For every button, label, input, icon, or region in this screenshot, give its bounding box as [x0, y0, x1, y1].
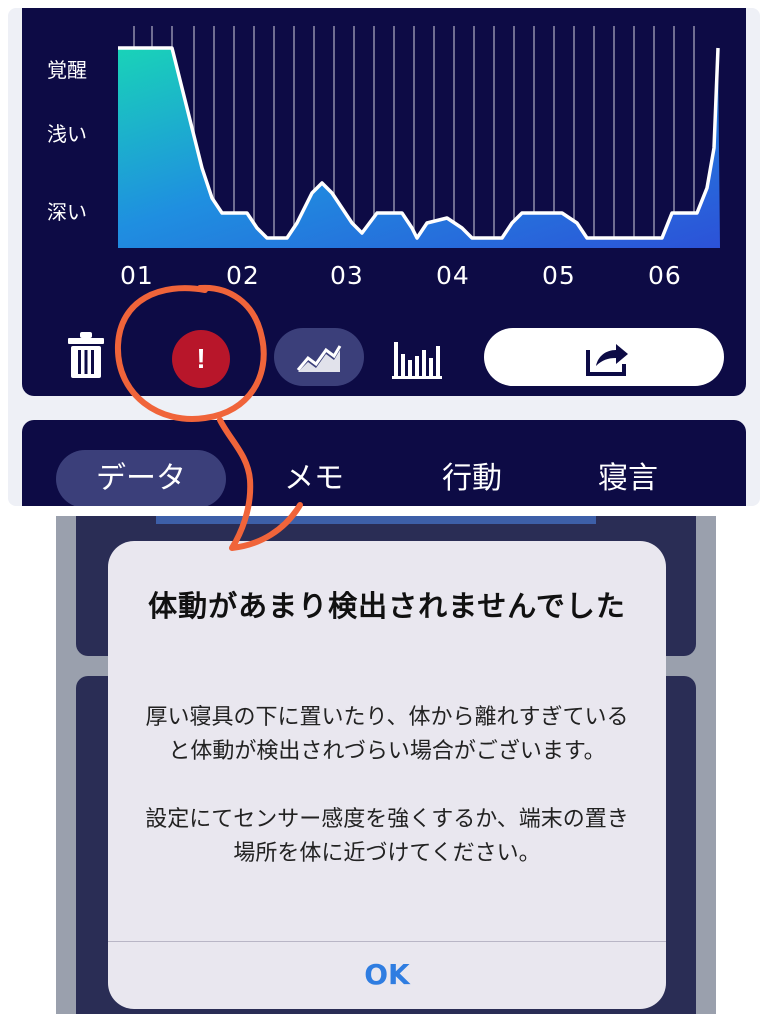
ok-button[interactable]: OK — [108, 943, 666, 1009]
x-label-05: 05 — [542, 261, 576, 290]
x-label-03: 03 — [330, 261, 364, 290]
share-icon — [586, 344, 628, 376]
bar-chart-icon[interactable] — [392, 336, 442, 380]
sleep-depth-area — [118, 48, 720, 248]
alert-button[interactable]: ! — [172, 330, 230, 388]
alert-title: 体動があまり検出されませんでした — [148, 589, 626, 623]
tab-data[interactable]: データ — [56, 450, 226, 506]
alert-divider — [108, 941, 666, 942]
line-chart-toggle[interactable] — [274, 328, 364, 386]
x-label-02: 02 — [226, 261, 260, 290]
y-label-awake: 覚醒 — [47, 58, 87, 82]
x-label-01: 01 — [120, 261, 154, 290]
tab-activity[interactable]: 行動 — [402, 450, 542, 506]
x-label-06: 06 — [648, 261, 682, 290]
alert-message: 厚い寝具の下に置いたり、体から離れすぎていると体動が検出されづらい場合がございま… — [145, 705, 629, 866]
alert-dialog: 体動があまり検出されませんでした 厚い寝具の下に置いたり、体から離れすぎていると… — [108, 541, 666, 1009]
sleep-app-screenshot: 覚醒 浅い 深い 01 02 03 04 05 06 ! データ メモ 行動 寝… — [8, 8, 760, 506]
x-label-04: 04 — [436, 261, 470, 290]
share-button[interactable] — [484, 328, 724, 386]
sleep-graph-panel: 覚醒 浅い 深い 01 02 03 04 05 06 ! — [22, 8, 746, 396]
tab-bar: データ メモ 行動 寝言 — [22, 420, 746, 506]
dimmed-strip — [156, 516, 596, 524]
trash-icon[interactable] — [66, 330, 106, 380]
y-label-light: 浅い — [47, 122, 87, 146]
line-chart-icon — [296, 345, 342, 372]
alert-screenshot: 体動があまり検出されませんでした 厚い寝具の下に置いたり、体から離れすぎていると… — [56, 516, 716, 1014]
tab-memo[interactable]: メモ — [244, 450, 384, 506]
tab-sleep-talk[interactable]: 寝言 — [558, 450, 698, 506]
y-label-deep: 深い — [47, 200, 87, 224]
